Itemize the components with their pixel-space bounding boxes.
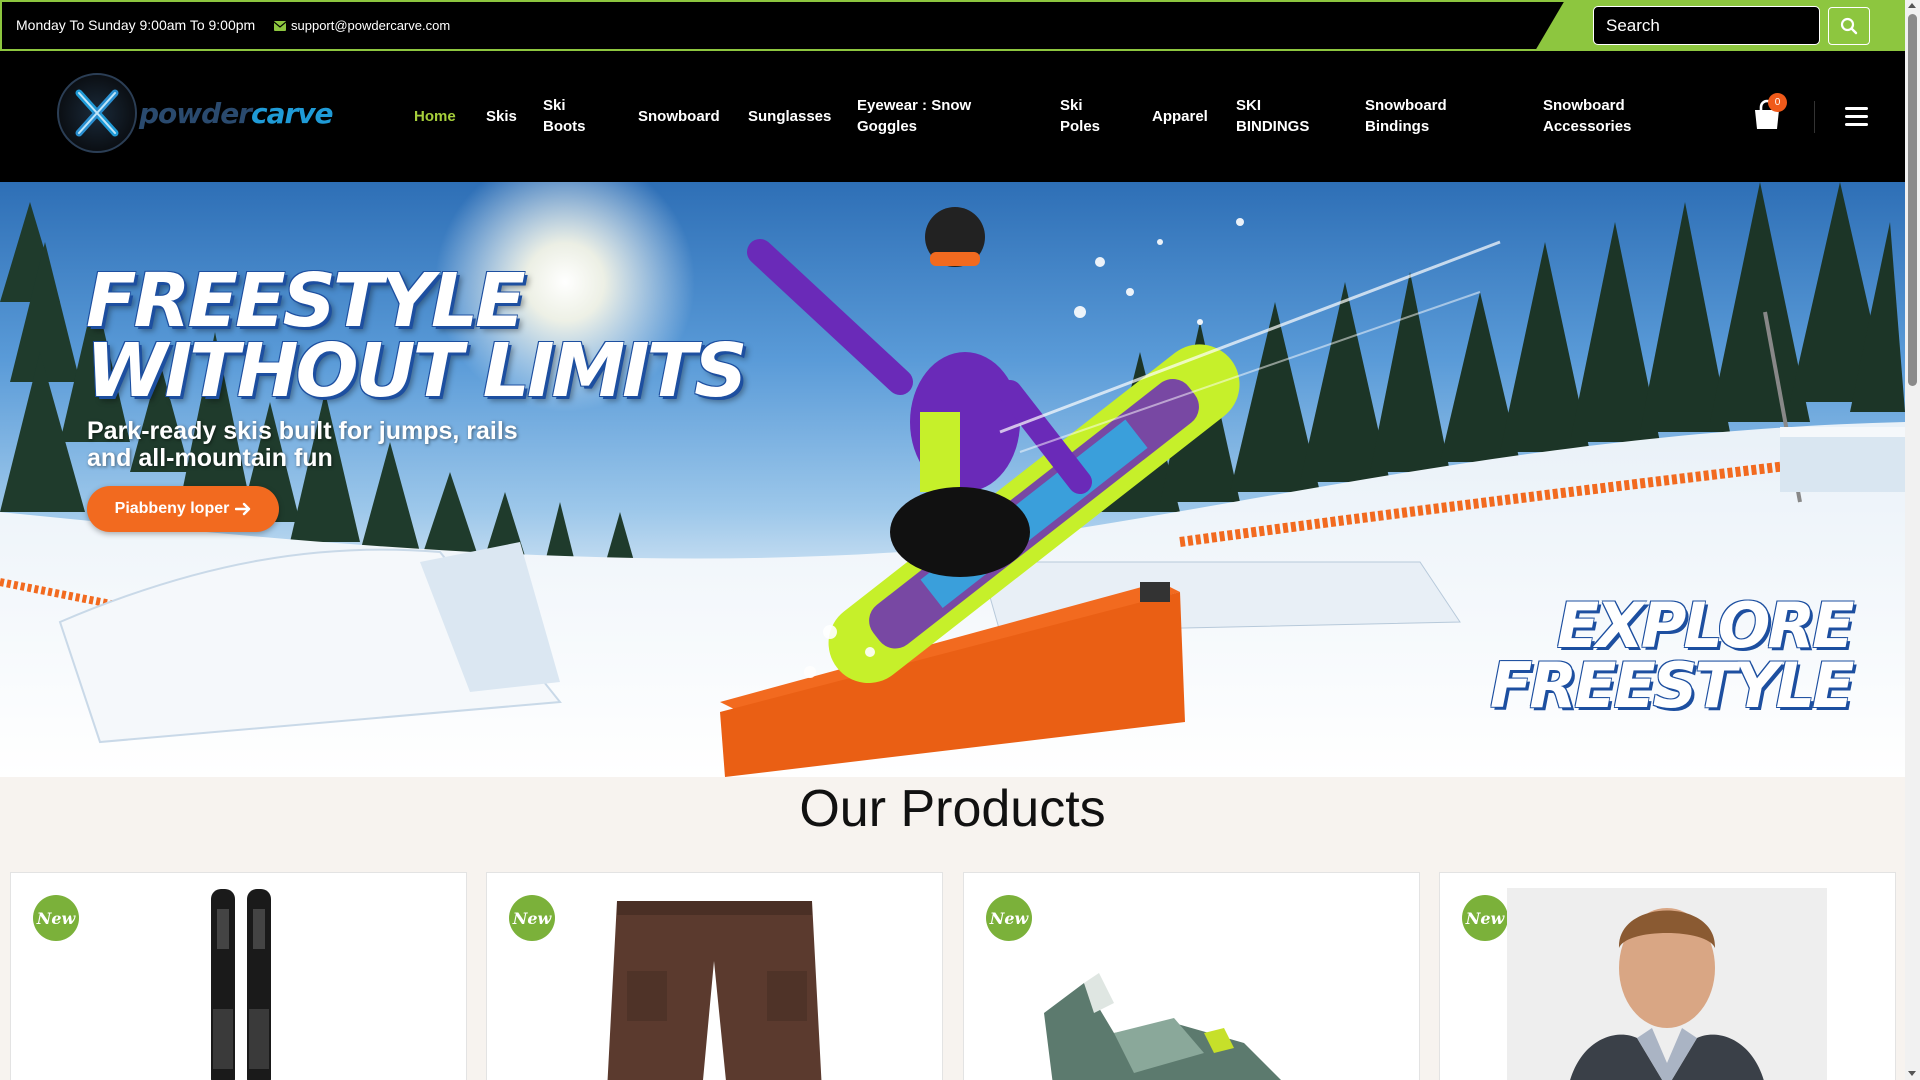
nav-snow-goggles[interactable]: Eyewear : Snow Goggles bbox=[857, 95, 987, 137]
main-navbar: powdercarve Home Skis Ski Boots Snowboar… bbox=[0, 51, 1905, 182]
product-image-skis bbox=[211, 889, 271, 1080]
product-card[interactable]: New bbox=[486, 872, 943, 1080]
product-image-cargo-shorts bbox=[607, 901, 822, 1080]
search-button[interactable] bbox=[1828, 7, 1870, 45]
page-scrollbar[interactable] bbox=[1905, 0, 1920, 1080]
search-icon bbox=[1840, 17, 1858, 35]
nav-home[interactable]: Home bbox=[414, 106, 456, 127]
product-card[interactable]: New bbox=[963, 872, 1420, 1080]
search-input[interactable] bbox=[1593, 6, 1820, 45]
cart-count-badge: 0 bbox=[1768, 93, 1787, 112]
new-badge: New bbox=[986, 895, 1032, 941]
nav-apparel[interactable]: Apparel bbox=[1152, 106, 1208, 127]
scrollbar-thumb[interactable] bbox=[1908, 14, 1917, 386]
hero-subtitle: Park-ready skis built for jumps, rails a… bbox=[87, 417, 518, 472]
product-card[interactable]: New bbox=[1439, 872, 1896, 1080]
product-image-ski-boot bbox=[1044, 973, 1281, 1080]
hero-title: FREESTYLE WITHOUT LIMITS bbox=[86, 258, 747, 414]
nav-snowboard[interactable]: Snowboard bbox=[638, 106, 720, 127]
scroll-up-icon[interactable] bbox=[1908, 3, 1916, 8]
product-image-vest-model bbox=[1507, 888, 1827, 1080]
nav-skis[interactable]: Skis bbox=[486, 106, 517, 127]
nav-sunglasses[interactable]: Sunglasses bbox=[748, 106, 831, 127]
scroll-down-icon[interactable] bbox=[1908, 1071, 1916, 1076]
product-card[interactable]: New bbox=[10, 872, 467, 1080]
hamburger-icon[interactable] bbox=[1845, 107, 1868, 126]
nav-ski-poles[interactable]: Ski Poles bbox=[1060, 95, 1104, 137]
support-email-text: support@powdercarve.com bbox=[291, 18, 451, 33]
nav-snowboard-bindings[interactable]: Snowboard Bindings bbox=[1365, 95, 1465, 137]
nav-snowboard-accessories[interactable]: Snowboard Accessories bbox=[1543, 95, 1643, 137]
new-badge: New bbox=[1462, 895, 1508, 941]
arrow-right-icon bbox=[235, 502, 251, 516]
logo-mark bbox=[57, 73, 137, 153]
envelope-icon bbox=[274, 20, 286, 31]
hero-button-label: Pіabbeny loper bbox=[114, 500, 230, 517]
business-hours: Monday To Sunday 9:00am To 9:00pm bbox=[16, 17, 256, 33]
crossed-skis-icon bbox=[75, 89, 119, 137]
logo-wordmark: powdercarve bbox=[139, 96, 334, 130]
new-badge: New bbox=[33, 895, 79, 941]
products-section-title: Our Products bbox=[799, 780, 1106, 838]
hero-shop-button[interactable]: Pіabbeny loper bbox=[87, 486, 279, 532]
hero-explore-cta[interactable]: EXPLORE FREESTYLE bbox=[1490, 595, 1854, 717]
hero-banner: FREESTYLE WITHOUT LIMITS Park-ready skis… bbox=[0, 182, 1905, 777]
navbar-divider bbox=[1814, 101, 1815, 133]
support-email[interactable]: support@powdercarve.com bbox=[274, 18, 450, 33]
nav-ski-bindings[interactable]: SKI BINDINGS bbox=[1236, 95, 1316, 137]
new-badge: New bbox=[509, 895, 555, 941]
site-logo[interactable]: powdercarve bbox=[57, 73, 334, 153]
nav-ski-boots[interactable]: Ski Boots bbox=[543, 95, 587, 137]
